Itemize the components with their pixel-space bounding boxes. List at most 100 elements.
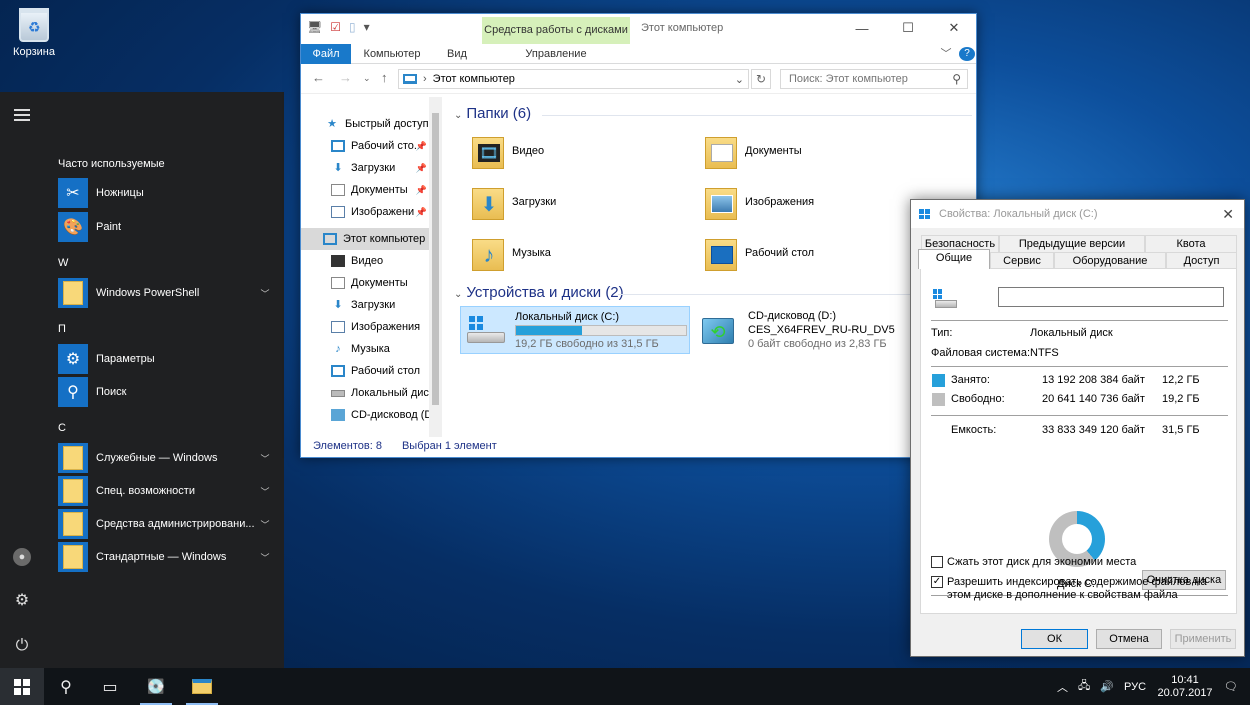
task-view-icon[interactable]: ▭: [88, 668, 132, 705]
settings-gear-icon[interactable]: ⚙: [11, 590, 33, 612]
tray-chevron-up-icon[interactable]: ︿: [1057, 679, 1068, 695]
new-folder-icon[interactable]: ▯: [349, 20, 356, 34]
nav-pictures[interactable]: Изображения: [301, 316, 429, 338]
cancel-button[interactable]: Отмена: [1096, 629, 1162, 649]
letter-heading-s[interactable]: С: [58, 422, 66, 434]
compress-label[interactable]: Сжать этот диск для экономии места: [947, 556, 1136, 568]
app-windows-system[interactable]: Служебные — Windows ﹀: [58, 443, 272, 473]
nav-this-pc[interactable]: Этот компьютер: [301, 228, 429, 250]
app-admin-tools[interactable]: Средства администрировани... ﹀: [58, 509, 272, 539]
clock[interactable]: 10:41 20.07.2017: [1156, 674, 1214, 700]
nav-downloads[interactable]: ⬇ Загрузки: [301, 294, 429, 316]
recycle-bin-label: Корзина: [13, 46, 55, 58]
input-language[interactable]: РУС: [1124, 681, 1146, 693]
app-accessibility[interactable]: Спец. возможности ﹀: [58, 476, 272, 506]
hamburger-menu-icon[interactable]: [11, 106, 33, 128]
folder-documents[interactable]: Документы: [703, 127, 923, 175]
up-arrow-icon[interactable]: ↑: [381, 70, 388, 85]
nav-desktop[interactable]: Рабочий стол: [301, 360, 429, 382]
back-arrow-icon[interactable]: ←: [312, 70, 325, 85]
recycle-bin[interactable]: Корзина: [8, 6, 60, 58]
folder-desktop[interactable]: Рабочий стол: [703, 229, 923, 277]
volume-name-input[interactable]: [998, 287, 1224, 307]
index-checkbox[interactable]: ✓: [931, 576, 943, 588]
index-label[interactable]: Разрешить индексировать содержимое файло…: [947, 576, 1227, 602]
folder-videos[interactable]: 🎞 Видео: [470, 127, 690, 175]
search-input[interactable]: [789, 73, 939, 85]
search-box[interactable]: ⚲: [780, 69, 968, 89]
drive-free-space: 0 байт свободно из 2,83 ГБ: [748, 338, 887, 350]
letter-heading-p[interactable]: П: [58, 323, 66, 335]
app-search[interactable]: ⚲ Поиск: [58, 377, 272, 407]
nav-videos[interactable]: Видео: [301, 250, 429, 272]
address-dropdown-icon[interactable]: ⌄: [735, 73, 744, 86]
ok-button[interactable]: ОК: [1021, 629, 1088, 649]
tab-service[interactable]: Сервис: [990, 252, 1054, 269]
nav-documents[interactable]: Документы: [301, 272, 429, 294]
tab-file[interactable]: Файл: [301, 44, 351, 64]
folders-group-header[interactable]: ⌄ Папки (6): [454, 105, 531, 122]
tab-view[interactable]: Вид: [437, 44, 477, 64]
app-powershell[interactable]: Windows PowerShell ﹀: [58, 278, 272, 308]
action-center-icon[interactable]: 🗨: [1224, 680, 1238, 693]
drive-cd-d[interactable]: ⟲ CD-дисковод (D:) CES_X64FREV_RU-RU_DV5…: [694, 306, 924, 354]
breadcrumb[interactable]: Этот компьютер: [433, 73, 515, 85]
drive-local-c[interactable]: Локальный диск (C:) 19,2 ГБ свободно из …: [460, 306, 690, 354]
video-folder-icon: 🎞: [470, 133, 506, 169]
nav-scrollbar[interactable]: [429, 97, 442, 437]
folder-music[interactable]: ♪ Музыка: [470, 229, 690, 277]
help-icon[interactable]: ?: [959, 47, 975, 61]
qat-dropdown-icon[interactable]: ▾: [364, 20, 370, 34]
taskbar-drive-app-icon[interactable]: 💽: [134, 668, 178, 705]
search-icon[interactable]: ⚲: [44, 668, 88, 705]
tab-previous-versions[interactable]: Предыдущие версии: [999, 235, 1145, 252]
nav-downloads-pinned[interactable]: ⬇ Загрузки 📌: [301, 157, 429, 179]
nav-pictures-pinned[interactable]: Изображени 📌: [301, 201, 429, 223]
search-icon[interactable]: ⚲: [952, 72, 961, 86]
nav-local-disk[interactable]: Локальный дис: [301, 382, 429, 404]
scrollbar-thumb[interactable]: [432, 113, 439, 405]
app-snipping-tool[interactable]: ✂ Ножницы: [58, 178, 272, 208]
taskbar-explorer-icon[interactable]: [180, 668, 224, 705]
minimize-icon[interactable]: —: [839, 14, 885, 42]
user-account-button[interactable]: ●: [11, 546, 33, 568]
tab-sharing[interactable]: Доступ: [1166, 252, 1237, 269]
power-icon[interactable]: ⏻: [11, 635, 33, 657]
volume-icon[interactable]: 🔊: [1100, 680, 1114, 693]
nav-documents-pinned[interactable]: Документы 📌: [301, 179, 429, 201]
start-button[interactable]: [0, 668, 44, 705]
folder-pictures[interactable]: Изображения: [703, 178, 923, 226]
navigation-pane: ★ Быстрый доступ Рабочий сто... 📌 ⬇ Загрузк…: [301, 97, 442, 437]
tab-computer[interactable]: Компьютер: [359, 44, 425, 64]
folder-downloads[interactable]: ⬇ Загрузки: [470, 178, 690, 226]
app-settings[interactable]: ⚙ Параметры: [58, 344, 272, 374]
apply-button[interactable]: Применить: [1170, 629, 1236, 649]
dialog-titlebar[interactable]: Свойства: Локальный диск (C:) ✕: [911, 200, 1244, 228]
nav-desktop-pinned[interactable]: Рабочий сто... 📌: [301, 135, 429, 157]
explorer-titlebar[interactable]: 🖥 ☑ ▯ ▾ Средства работы с дисками Этот к…: [301, 14, 976, 44]
maximize-icon[interactable]: ☐: [885, 14, 931, 42]
recent-chevron-icon[interactable]: ⌄: [363, 73, 371, 84]
tab-general[interactable]: Общие: [918, 249, 990, 269]
refresh-icon[interactable]: ↻: [751, 69, 771, 89]
compress-checkbox[interactable]: [931, 556, 943, 568]
forward-arrow-icon[interactable]: →: [339, 70, 352, 85]
close-icon[interactable]: ✕: [931, 14, 977, 42]
properties-icon[interactable]: ☑: [330, 20, 341, 34]
letter-heading-w[interactable]: W: [58, 257, 68, 269]
app-label: Поиск: [96, 386, 127, 398]
tab-manage[interactable]: Управление: [482, 44, 630, 64]
tab-quota[interactable]: Квота: [1145, 235, 1237, 252]
file-explorer-window: 🖥 ☑ ▯ ▾ Средства работы с дисками Этот к…: [300, 13, 977, 458]
ribbon-expand-icon[interactable]: ﹀: [937, 44, 955, 64]
drives-group-header[interactable]: ⌄ Устройства и диски (2): [454, 284, 624, 301]
close-icon[interactable]: ✕: [1222, 206, 1234, 223]
app-accessories[interactable]: Стандартные — Windows ﹀: [58, 542, 272, 572]
nav-music[interactable]: ♪ Музыка: [301, 338, 429, 360]
address-bar[interactable]: › Этот компьютер ⌄: [398, 69, 749, 89]
tab-hardware[interactable]: Оборудование: [1054, 252, 1166, 269]
nav-quick-access[interactable]: ★ Быстрый доступ: [301, 113, 429, 135]
app-paint[interactable]: 🎨 Paint: [58, 212, 272, 242]
network-icon[interactable]: 🖧: [1078, 677, 1090, 696]
nav-cd-drive[interactable]: CD-дисковод (D: [301, 404, 429, 426]
